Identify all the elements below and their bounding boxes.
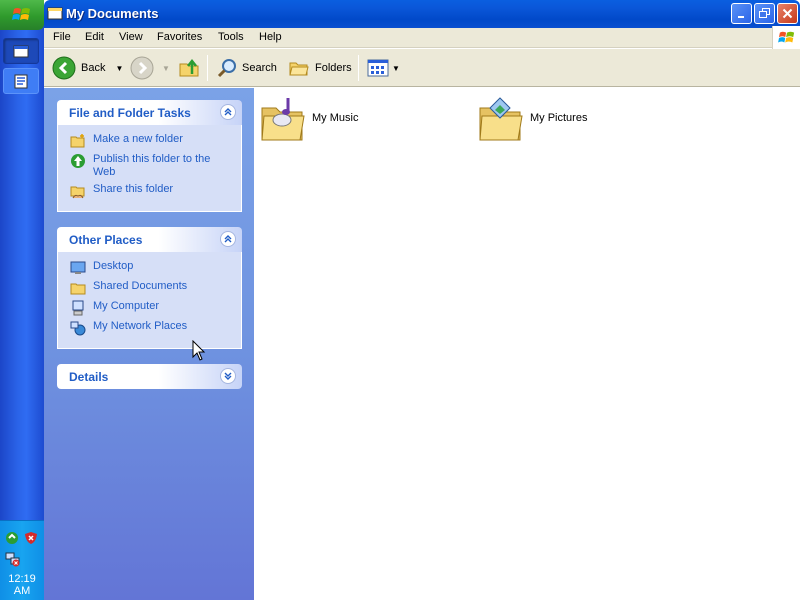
collapse-chevron-icon[interactable] xyxy=(220,104,236,120)
folder-window-icon xyxy=(13,45,29,58)
views-dropdown-icon: ▼ xyxy=(392,63,400,73)
back-arrow-icon xyxy=(52,56,76,80)
folders-icon xyxy=(289,62,309,76)
panel-body: Make a new folder Publish this folder to… xyxy=(57,125,242,212)
clock[interactable]: 12:19 AM xyxy=(0,573,44,597)
taskbar: 12:19 AM xyxy=(0,0,44,600)
panel-body: Desktop Shared Documents My Computer My … xyxy=(57,252,242,349)
desktop-icon xyxy=(70,261,86,274)
menu-favorites[interactable]: Favorites xyxy=(157,31,202,43)
restore-icon xyxy=(759,8,770,18)
panel-title: File and Folder Tasks xyxy=(69,105,191,120)
forward-button[interactable]: ▼ xyxy=(130,54,170,82)
share-folder-icon xyxy=(70,186,85,199)
up-folder-icon xyxy=(179,58,199,77)
forward-dropdown-icon: ▼ xyxy=(162,63,170,73)
panel-header[interactable]: Other Places xyxy=(57,227,242,252)
close-icon xyxy=(782,8,793,19)
my-computer-link[interactable]: My Computer xyxy=(70,300,233,316)
publish-web-icon xyxy=(71,154,85,168)
make-new-folder-link[interactable]: Make a new folder xyxy=(70,133,233,149)
folder-my-pictures[interactable]: My Pictures xyxy=(478,94,587,142)
search-label: Search xyxy=(242,62,277,74)
music-folder-icon xyxy=(261,98,305,141)
desktop-link[interactable]: Desktop xyxy=(70,260,233,276)
views-icon xyxy=(367,59,389,77)
menu-file[interactable]: File xyxy=(53,31,71,43)
menu-help[interactable]: Help xyxy=(259,31,282,43)
publish-folder-link[interactable]: Publish this folder to the Web xyxy=(70,153,233,179)
network-disconnected-icon[interactable] xyxy=(5,551,21,567)
folder-icon xyxy=(70,283,86,295)
new-folder-icon xyxy=(70,134,85,148)
expand-chevron-icon[interactable] xyxy=(220,368,236,384)
other-places-panel: Other Places Desktop Shared Documents My… xyxy=(57,227,242,349)
toolbar: Back ▼ ▼ Search Folders ▼ xyxy=(44,49,800,87)
restore-button[interactable] xyxy=(754,3,775,24)
search-button[interactable]: Search xyxy=(216,54,277,82)
folder-label: My Pictures xyxy=(530,112,588,124)
views-button[interactable]: ▼ xyxy=(367,54,400,82)
panel-header[interactable]: File and Folder Tasks xyxy=(57,100,242,125)
close-button[interactable] xyxy=(777,3,798,24)
title-bar[interactable]: My Documents xyxy=(44,0,800,28)
folder-label: My Music xyxy=(312,112,359,124)
menu-view[interactable]: View xyxy=(119,31,143,43)
forward-arrow-icon xyxy=(130,56,154,80)
system-tray: 12:19 AM xyxy=(0,520,44,600)
search-icon xyxy=(217,59,236,78)
panel-title: Details xyxy=(69,369,109,384)
menu-bar: File Edit View Favorites Tools Help xyxy=(44,28,800,48)
folder-my-music[interactable]: My Music xyxy=(260,94,358,142)
menu-tools[interactable]: Tools xyxy=(218,31,244,43)
update-icon[interactable] xyxy=(5,531,19,545)
windows-logo-icon xyxy=(12,8,30,20)
taskbar-button-document[interactable] xyxy=(3,68,39,94)
windows-flag-box xyxy=(772,26,800,49)
explorer-window: My Documents File Edit View Favorites To… xyxy=(44,0,800,600)
pictures-folder-icon xyxy=(479,97,523,141)
back-label: Back xyxy=(81,62,106,74)
minimize-button[interactable] xyxy=(731,3,752,24)
windows-flag-icon xyxy=(777,31,794,42)
toolbar-separator xyxy=(207,55,208,81)
up-folder-button[interactable] xyxy=(178,54,202,82)
folders-label: Folders xyxy=(315,62,352,74)
panel-title: Other Places xyxy=(69,232,143,247)
network-icon xyxy=(70,321,86,336)
computer-icon xyxy=(72,300,84,316)
menu-edit[interactable]: Edit xyxy=(85,31,104,43)
file-list-area[interactable]: My Music My Pictures xyxy=(254,88,800,600)
window-title: My Documents xyxy=(66,6,159,21)
panel-header[interactable]: Details xyxy=(57,364,242,389)
security-shield-icon[interactable] xyxy=(24,531,38,545)
details-panel: Details xyxy=(57,364,242,389)
file-folder-tasks-panel: File and Folder Tasks Make a new folder … xyxy=(57,100,242,212)
folders-button[interactable]: Folders xyxy=(288,54,352,82)
task-pane: File and Folder Tasks Make a new folder … xyxy=(44,88,254,600)
document-window-icon xyxy=(14,74,28,89)
back-dropdown-icon[interactable]: ▼ xyxy=(115,64,123,73)
collapse-chevron-icon[interactable] xyxy=(220,231,236,247)
share-folder-link[interactable]: Share this folder xyxy=(70,183,233,199)
folder-window-icon xyxy=(47,7,63,20)
start-button[interactable] xyxy=(0,0,44,30)
back-button[interactable]: Back ▼ xyxy=(52,54,123,82)
toolbar-separator xyxy=(358,55,359,81)
shared-documents-link[interactable]: Shared Documents xyxy=(70,280,233,296)
minimize-icon xyxy=(738,16,744,18)
taskbar-button-my-documents[interactable] xyxy=(3,38,39,64)
my-network-places-link[interactable]: My Network Places xyxy=(70,320,233,336)
mouse-cursor-icon xyxy=(192,340,206,361)
